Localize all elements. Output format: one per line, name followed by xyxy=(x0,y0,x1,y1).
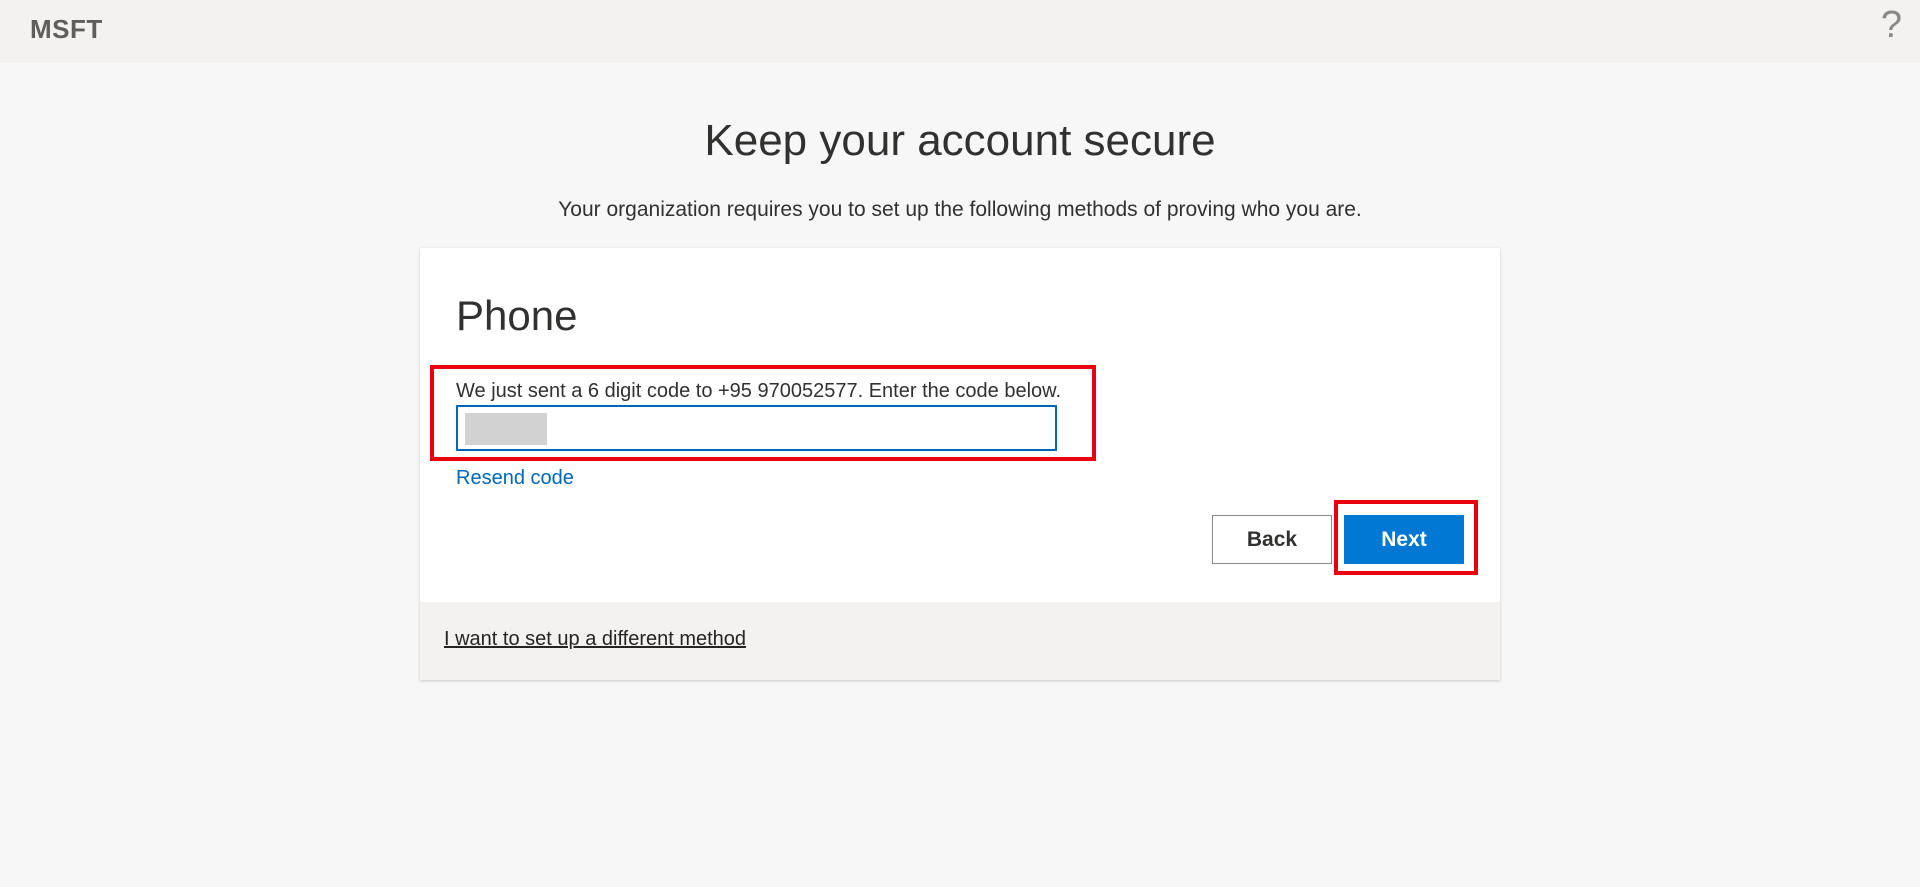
question-icon[interactable]: ? xyxy=(1881,6,1902,44)
page-subtitle: Your organization requires you to set up… xyxy=(558,198,1362,221)
card-title: Phone xyxy=(456,292,578,339)
different-method-link[interactable]: I want to set up a different method xyxy=(444,628,746,651)
top-bar: MSFT ? xyxy=(0,0,1920,63)
setup-card: Phone We just sent a 6 digit code to +95… xyxy=(420,248,1500,680)
next-button[interactable]: Next xyxy=(1344,515,1464,564)
page-title: Keep your account secure xyxy=(704,116,1216,165)
code-input[interactable] xyxy=(456,405,1057,451)
brand-logo: MSFT xyxy=(30,14,103,44)
resend-code-link[interactable]: Resend code xyxy=(456,467,574,490)
instruction-text: We just sent a 6 digit code to +95 97005… xyxy=(456,380,1062,402)
back-button[interactable]: Back xyxy=(1212,515,1332,564)
redacted-value xyxy=(465,413,547,445)
card-footer: I want to set up a different method xyxy=(420,602,1500,680)
